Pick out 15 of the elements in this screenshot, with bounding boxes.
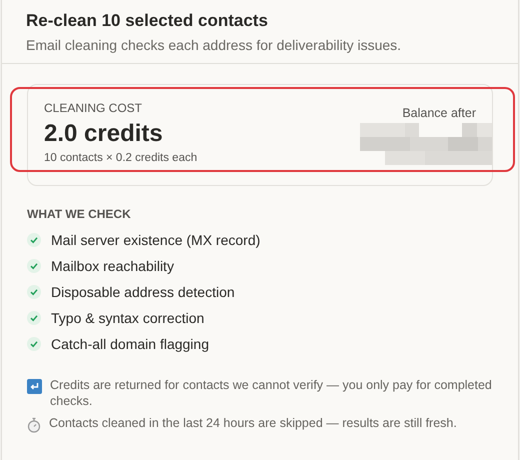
section-heading: WHAT WE CHECK <box>27 206 132 222</box>
check-item-label: Disposable address detection <box>51 283 235 301</box>
check-item-label: Typo & syntax correction <box>51 309 204 327</box>
stopwatch-icon <box>27 417 41 433</box>
check-item-label: Catch-all domain flagging <box>51 335 209 353</box>
note-text: Contacts cleaned in the last 24 hours are skipped — results are still fresh. <box>49 415 457 431</box>
note-text: Credits are returned for contacts we cannot verify — you only pay for completed checks. <box>50 377 493 409</box>
dialog-subtitle: Email cleaning checks each address for deliverability issues. <box>26 36 402 55</box>
dialog-title: Re-clean 10 selected contacts <box>26 10 269 32</box>
cost-amount: 2.0 credits <box>44 119 164 149</box>
balance-label: Balance after <box>402 105 476 121</box>
check-item-label: Mail server existence (MX record) <box>51 231 260 249</box>
check-item-label: Mailbox reachability <box>51 257 174 275</box>
cost-breakdown: 10 contacts × 0.2 credits each <box>44 151 198 166</box>
cost-label: CLEANING COST <box>44 101 144 116</box>
